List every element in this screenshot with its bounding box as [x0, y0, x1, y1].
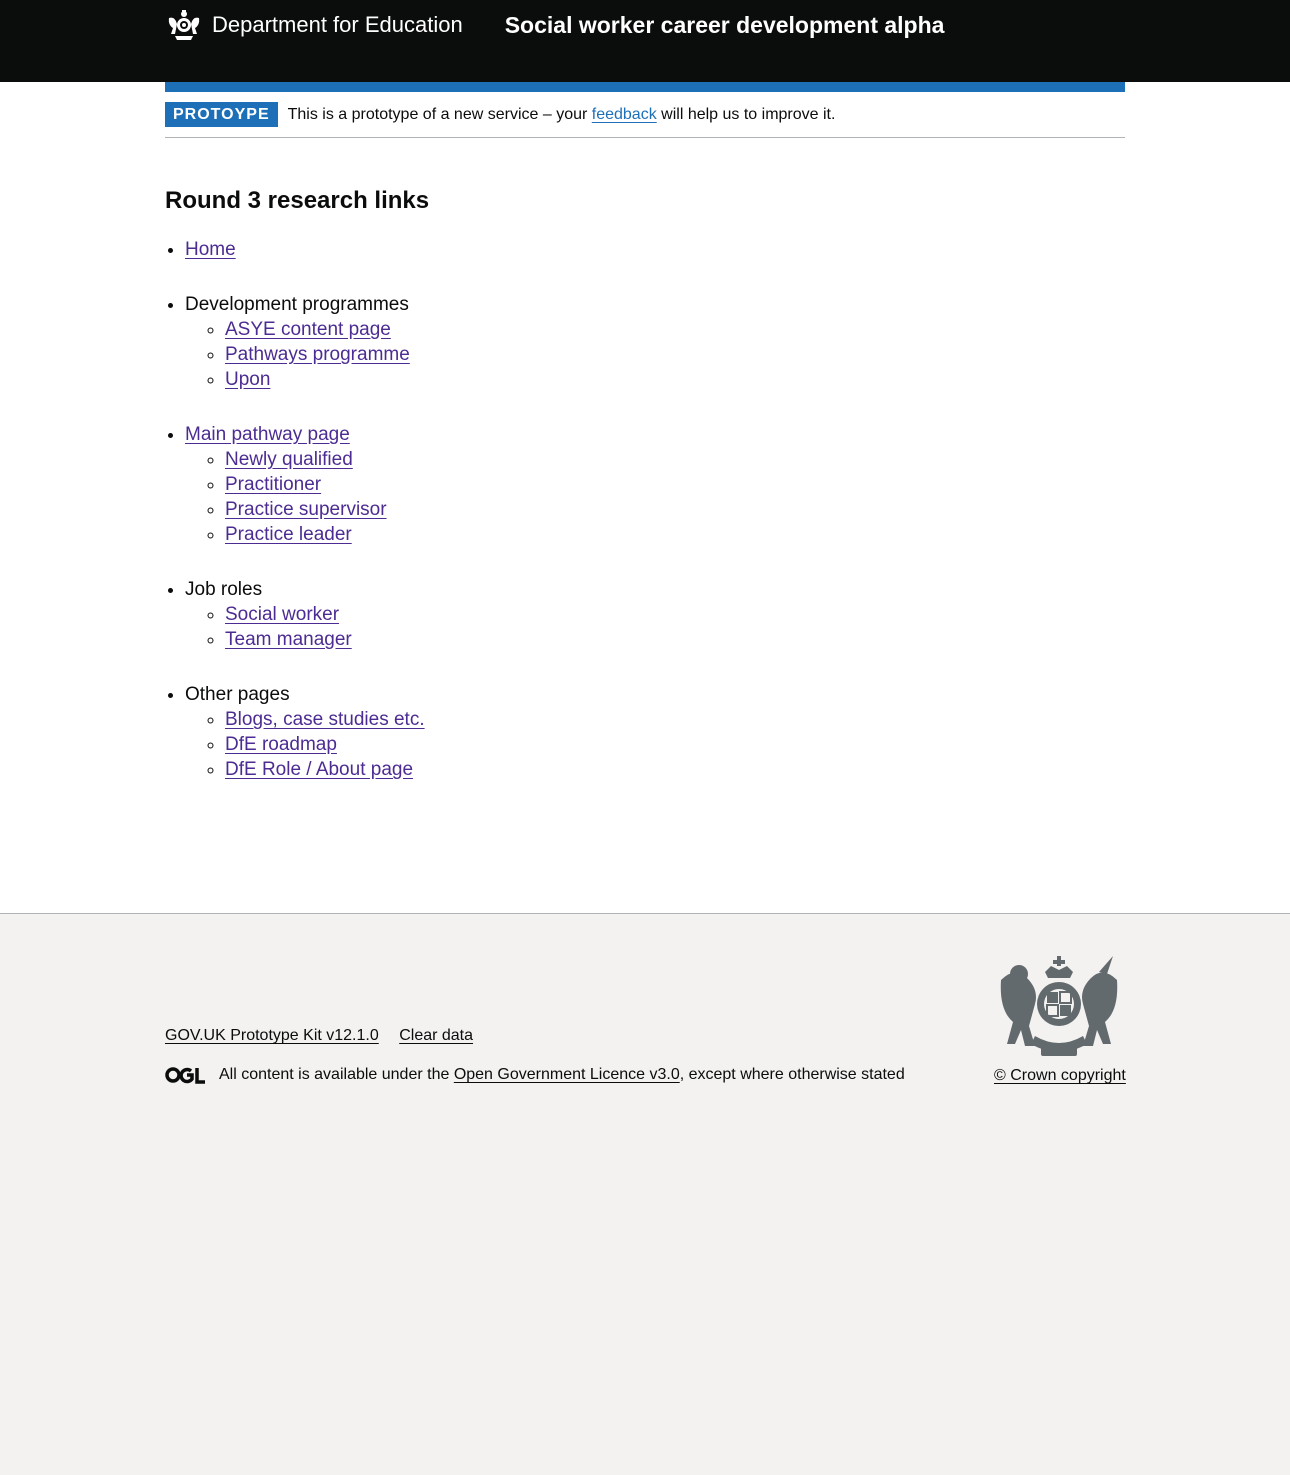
- list-item: Upon: [225, 367, 429, 392]
- list-item: Other pages Blogs, case studies etc. DfE…: [185, 682, 429, 782]
- crown-copyright: © Crown copyright: [994, 1067, 1126, 1085]
- team-manager-link[interactable]: Team manager: [225, 629, 352, 650]
- group-label: Development programmes: [185, 294, 409, 315]
- list-item: DfE Role / About page: [225, 757, 429, 782]
- sub-list: Social worker Team manager: [185, 602, 429, 652]
- site-footer: GOV.UK Prototype Kit v12.1.0 Clear data …: [0, 913, 1290, 1475]
- list-item: Team manager: [225, 627, 429, 652]
- dfe-roadmap-link[interactable]: DfE roadmap: [225, 734, 337, 755]
- asye-content-link[interactable]: ASYE content page: [225, 319, 391, 340]
- phase-tag: PROTOYPE: [165, 102, 278, 127]
- main-pathway-link[interactable]: Main pathway page: [185, 424, 350, 445]
- list-item: DfE roadmap: [225, 732, 429, 757]
- phase-text-before: This is a prototype of a new service – y…: [287, 105, 592, 123]
- list-item: Main pathway page Newly qualified Practi…: [185, 422, 429, 547]
- licence-statement: All content is available under the Open …: [165, 1066, 905, 1084]
- service-name-link[interactable]: Social worker career development alpha: [505, 12, 945, 39]
- royal-crest-icon: [168, 10, 200, 40]
- list-item: Newly qualified: [225, 447, 429, 472]
- licence-text: All content is available under the Open …: [219, 1066, 905, 1084]
- phase-banner: PROTOYPE This is a prototype of a new se…: [165, 92, 1125, 138]
- feedback-link[interactable]: feedback: [592, 106, 657, 123]
- upon-link[interactable]: Upon: [225, 369, 270, 390]
- newly-qualified-link[interactable]: Newly qualified: [225, 449, 353, 470]
- sub-list: Newly qualified Practitioner Practice su…: [185, 447, 429, 547]
- org-name: Department for Education: [212, 12, 463, 37]
- licence-text-before: All content is available under the: [219, 1066, 454, 1083]
- practice-supervisor-link[interactable]: Practice supervisor: [225, 499, 387, 520]
- list-item: Social worker: [225, 602, 429, 627]
- home-link[interactable]: Home: [185, 239, 236, 260]
- ogl-logo-icon: [165, 1067, 205, 1084]
- sub-list: Blogs, case studies etc. DfE roadmap DfE…: [185, 707, 429, 782]
- list-item: ASYE content page: [225, 317, 429, 342]
- list-item: Development programmes ASYE content page…: [185, 292, 429, 392]
- crown-copyright-link[interactable]: © Crown copyright: [994, 1067, 1126, 1084]
- group-label: Job roles: [185, 579, 263, 600]
- sub-list: ASYE content page Pathways programme Upo…: [185, 317, 429, 392]
- practice-leader-link[interactable]: Practice leader: [225, 524, 352, 545]
- research-links-list: Home Development programmes ASYE content…: [165, 237, 429, 782]
- header-logo-link[interactable]: Department for Education: [165, 8, 463, 42]
- list-item: Job roles Social worker Team manager: [185, 577, 429, 652]
- list-item: Blogs, case studies etc.: [225, 707, 429, 732]
- main-content: Round 3 research links Home Development …: [165, 187, 429, 812]
- pathways-programme-link[interactable]: Pathways programme: [225, 344, 410, 365]
- list-item: Pathways programme: [225, 342, 429, 367]
- page-title: Round 3 research links: [165, 187, 430, 214]
- list-item: Practitioner: [225, 472, 429, 497]
- group-label: Other pages: [185, 684, 290, 705]
- licence-text-after: , except where otherwise stated: [679, 1066, 905, 1083]
- list-item: Practice leader: [225, 522, 429, 547]
- footer-links: GOV.UK Prototype Kit v12.1.0 Clear data: [165, 1027, 489, 1045]
- royal-coat-of-arms-icon: [1000, 956, 1118, 1056]
- phase-text-after: will help us to improve it.: [656, 105, 836, 123]
- ogl-licence-link[interactable]: Open Government Licence v3.0: [454, 1066, 680, 1083]
- prototype-kit-link[interactable]: GOV.UK Prototype Kit v12.1.0: [165, 1027, 379, 1044]
- practitioner-link[interactable]: Practitioner: [225, 474, 321, 495]
- main-wrapper: PROTOYPE This is a prototype of a new se…: [0, 82, 1290, 913]
- dfe-role-about-link[interactable]: DfE Role / About page: [225, 759, 413, 780]
- site-header: Department for Education Social worker c…: [0, 0, 1290, 82]
- header-container: Department for Education Social worker c…: [165, 8, 1125, 42]
- header-blue-bar: [165, 82, 1125, 92]
- list-item: Practice supervisor: [225, 497, 429, 522]
- social-worker-link[interactable]: Social worker: [225, 604, 339, 625]
- list-item: Home: [185, 237, 429, 262]
- clear-data-link[interactable]: Clear data: [399, 1027, 473, 1044]
- phase-banner-text: This is a prototype of a new service – y…: [288, 106, 836, 124]
- blogs-link[interactable]: Blogs, case studies etc.: [225, 709, 425, 730]
